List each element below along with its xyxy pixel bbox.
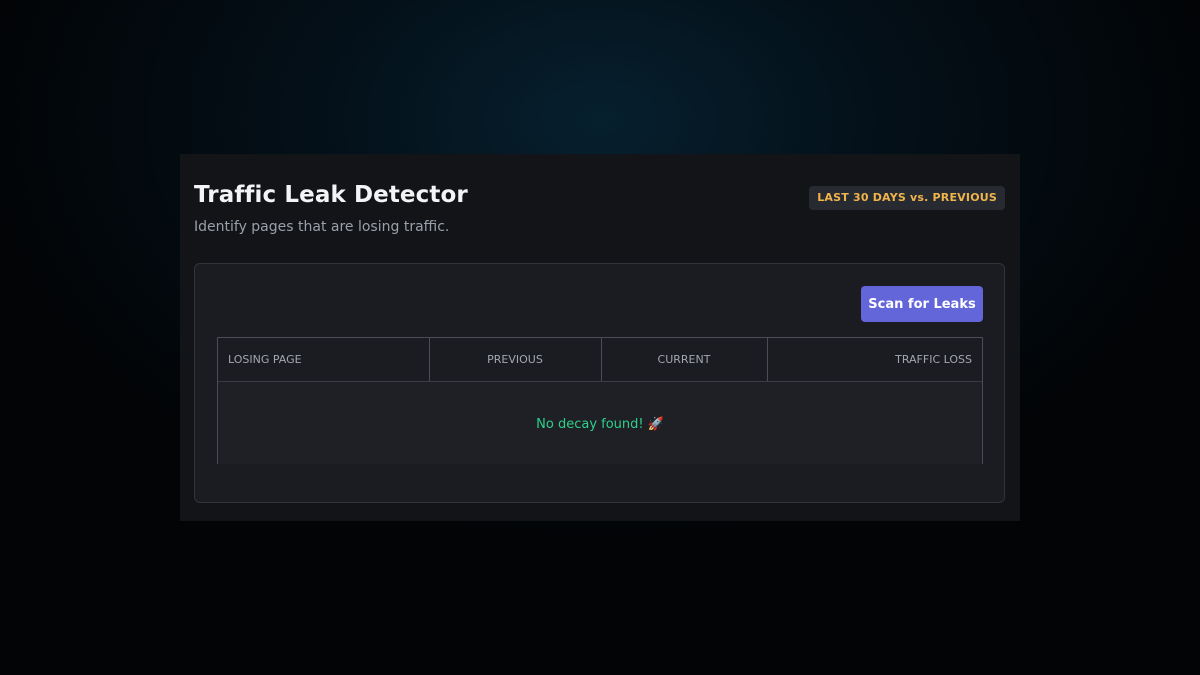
column-header-previous: PREVIOUS: [429, 338, 602, 382]
table-header-row: LOSING PAGE PREVIOUS CURRENT TRAFFIC LOS…: [218, 338, 982, 382]
rocket-icon: 🚀: [647, 416, 664, 432]
leaks-table-container: LOSING PAGE PREVIOUS CURRENT TRAFFIC LOS…: [217, 337, 983, 464]
column-header-current: CURRENT: [601, 338, 768, 382]
empty-state-cell: No decay found! 🚀: [218, 381, 982, 464]
empty-state-message: No decay found!: [536, 416, 644, 432]
column-header-losing-page: LOSING PAGE: [218, 338, 430, 382]
results-card: Scan for Leaks LOSING PAGE PREVIOUS CURR…: [194, 263, 1005, 503]
date-range-badge: LAST 30 DAYS vs. PREVIOUS: [809, 186, 1005, 210]
page-subtitle: Identify pages that are losing traffic.: [194, 219, 450, 235]
page-title: Traffic Leak Detector: [194, 182, 468, 208]
leaks-table: LOSING PAGE PREVIOUS CURRENT TRAFFIC LOS…: [218, 338, 982, 464]
empty-state-row: No decay found! 🚀: [218, 381, 982, 464]
scan-for-leaks-button[interactable]: Scan for Leaks: [861, 286, 983, 322]
traffic-leak-panel: Traffic Leak Detector Identify pages tha…: [180, 154, 1020, 521]
column-header-traffic-loss: TRAFFIC LOSS: [767, 338, 982, 382]
